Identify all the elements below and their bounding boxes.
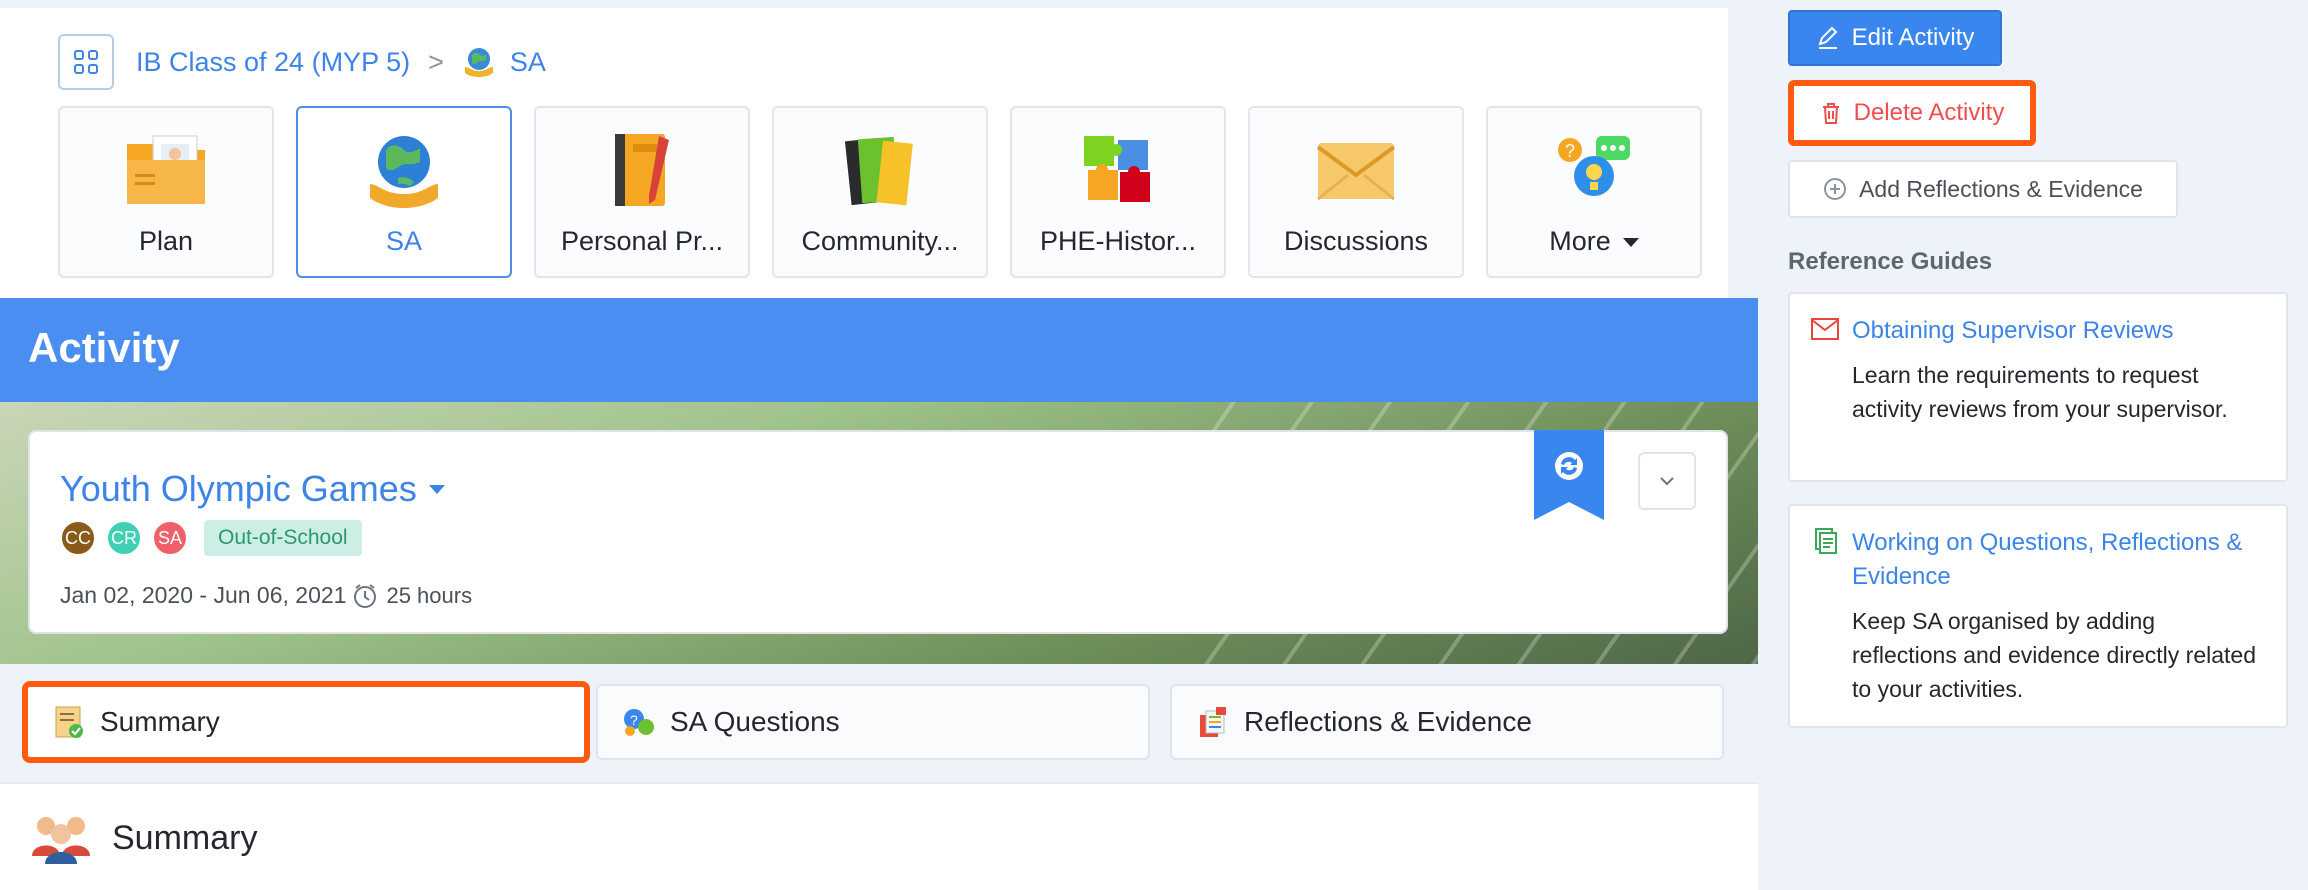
documents-icon xyxy=(1200,707,1226,737)
activity-options-button[interactable] xyxy=(1638,452,1696,510)
caret-down-icon xyxy=(428,484,445,494)
edit-activity-button[interactable]: Edit Activity xyxy=(1788,10,2002,66)
avatar[interactable]: CC xyxy=(60,520,96,556)
guide-link[interactable]: Working on Questions, Reflections & Evid… xyxy=(1852,526,2262,594)
nav-tiles: Plan SA Personal Pr... Community... PHE-… xyxy=(58,106,1702,278)
question-bubble-icon: ? xyxy=(1551,130,1637,210)
nav-tile-label: Discussions xyxy=(1283,226,1429,256)
activity-date-range: Jan 02, 2020 - Jun 06, 2021 25 hours xyxy=(60,582,472,609)
guide-description: Learn the requirements to request activi… xyxy=(1852,362,2228,422)
nav-tile-label: Personal Pr... xyxy=(560,226,724,256)
tab-summary[interactable]: Summary xyxy=(22,681,590,763)
banner-title: Activity xyxy=(28,324,180,371)
notebook-pen-icon xyxy=(599,130,685,210)
grid-icon xyxy=(74,50,98,74)
apps-grid-button[interactable] xyxy=(58,34,114,90)
delete-activity-button[interactable]: Delete Activity xyxy=(1820,99,2005,127)
nav-tile-personal-project[interactable]: Personal Pr... xyxy=(534,106,750,278)
question-chat-icon: ? xyxy=(624,709,654,736)
nav-tile-label: More xyxy=(1549,226,1639,257)
pencil-icon xyxy=(1818,26,1838,49)
nav-tile-label: Community... xyxy=(801,226,959,256)
delete-activity-highlight: Delete Activity xyxy=(1788,80,2036,146)
nav-tile-discussions[interactable]: Discussions xyxy=(1248,106,1464,278)
activity-card: Youth Olympic Games CC CR SA Out-of-Scho… xyxy=(28,430,1728,634)
activity-members: CC CR SA Out-of-School xyxy=(60,520,362,556)
tab-label: Reflections & Evidence xyxy=(1244,706,1532,737)
right-sidebar: Edit Activity Delete Activity Add Reflec… xyxy=(1788,0,2308,890)
caret-down-icon xyxy=(1622,238,1639,248)
activity-type-badge: Out-of-School xyxy=(204,520,362,556)
breadcrumb-current-label: SA xyxy=(509,46,546,77)
guide-link[interactable]: Obtaining Supervisor Reviews xyxy=(1852,314,2262,348)
nav-tile-label: Plan xyxy=(138,226,194,256)
activity-title: Youth Olympic Games xyxy=(60,468,417,509)
folder-person-icon xyxy=(123,130,209,210)
summary-heading: Summary xyxy=(28,812,257,864)
nav-tile-community[interactable]: Community... xyxy=(772,106,988,278)
trash-icon xyxy=(1822,103,1839,124)
nav-tile-plan[interactable]: Plan xyxy=(58,106,274,278)
delete-activity-label: Delete Activity xyxy=(1853,99,2005,126)
nav-tile-sa[interactable]: SA xyxy=(296,106,512,278)
section-tabs: Summary ? SA Questions Reflections & Evi… xyxy=(22,681,1724,763)
nav-tile-label: PHE-Histor... xyxy=(1039,226,1197,256)
breadcrumb-parent-link[interactable]: IB Class of 24 (MYP 5) xyxy=(136,47,410,78)
breadcrumb: IB Class of 24 (MYP 5) > SA xyxy=(58,34,546,90)
globe-hands-icon xyxy=(464,48,493,77)
guide-description: Keep SA organised by adding reflections … xyxy=(1852,608,2257,702)
add-reflections-label: Add Reflections & Evidence xyxy=(1859,175,2143,202)
summary-section: Summary xyxy=(0,782,1758,890)
tab-reflections-evidence[interactable]: Reflections & Evidence xyxy=(1170,684,1724,760)
tab-sa-questions[interactable]: ? SA Questions xyxy=(596,684,1150,760)
tab-label: SA Questions xyxy=(670,706,840,737)
nav-tile-label: SA xyxy=(385,226,423,256)
document-copy-icon xyxy=(1815,528,1837,554)
reference-guides-heading: Reference Guides xyxy=(1788,248,1993,275)
page: IB Class of 24 (MYP 5) > SA Plan SA Pers… xyxy=(0,0,2308,890)
svg-text:?: ? xyxy=(630,712,638,728)
activity-banner: Activity xyxy=(0,298,1758,402)
edit-activity-label: Edit Activity xyxy=(1851,24,1975,51)
guide-card-supervisor-reviews: Obtaining Supervisor Reviews Learn the r… xyxy=(1788,292,2288,482)
clock-icon xyxy=(354,583,377,608)
breadcrumb-separator: > xyxy=(428,46,444,77)
add-reflections-evidence-button[interactable]: Add Reflections & Evidence xyxy=(1788,160,2178,218)
nav-tile-phe-history[interactable]: PHE-Histor... xyxy=(1010,106,1226,278)
avatar[interactable]: CR xyxy=(106,520,142,556)
summary-title: Summary xyxy=(112,818,258,857)
breadcrumb-current[interactable]: SA xyxy=(462,45,546,79)
nav-tile-more[interactable]: ? More xyxy=(1486,106,1702,278)
activity-dates: Jan 02, 2020 - Jun 06, 2021 xyxy=(60,582,347,608)
activity-nav-card: IB Class of 24 (MYP 5) > SA Plan SA Pers… xyxy=(0,8,1728,298)
more-label: More xyxy=(1549,226,1611,256)
avatar[interactable]: SA xyxy=(152,520,188,556)
puzzle-icon xyxy=(1075,130,1161,210)
activity-hours: 25 hours xyxy=(386,582,473,608)
plus-circle-icon xyxy=(1824,178,1847,200)
guide-card-questions-reflections: Working on Questions, Reflections & Evid… xyxy=(1788,504,2288,728)
activity-title-dropdown[interactable]: Youth Olympic Games xyxy=(60,468,445,510)
people-group-icon xyxy=(32,817,90,864)
tab-label: Summary xyxy=(100,706,220,737)
globe-hands-icon xyxy=(361,130,447,210)
bookmark-ribbon[interactable] xyxy=(1534,430,1604,520)
books-icon xyxy=(837,130,923,210)
chevron-down-icon xyxy=(1660,477,1674,486)
envelope-icon xyxy=(1811,318,1839,340)
checklist-icon xyxy=(55,706,83,738)
envelope-icon xyxy=(1313,130,1399,210)
svg-text:?: ? xyxy=(1565,141,1575,161)
